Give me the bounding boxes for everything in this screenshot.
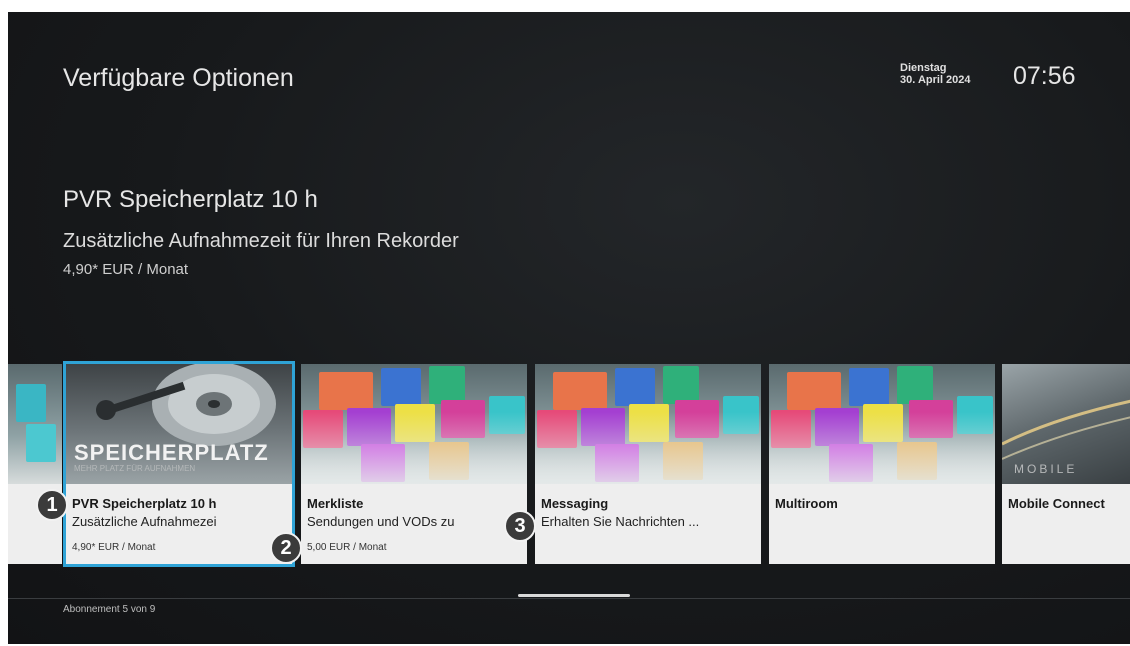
option-card-pvr[interactable]: SPEICHERPLATZ MEHR PLATZ FÜR AUFNAHMEN P… xyxy=(63,361,295,567)
date-display: Dienstag 30. April 2024 xyxy=(900,62,971,86)
card-image-blocks xyxy=(535,364,761,484)
card-image-subtext: MEHR PLATZ FÜR AUFNAHMEN xyxy=(74,464,196,473)
card-name: Messaging xyxy=(541,496,609,511)
card-image-text: MOBILE xyxy=(1014,462,1078,476)
card-name: Multiroom xyxy=(775,496,838,511)
badge-1: 1 xyxy=(36,489,68,521)
page-title: Verfügbare Optionen xyxy=(63,64,294,92)
card-subtitle: Erhalten Sie Nachrichten ... xyxy=(541,514,700,529)
card-image-blocks xyxy=(301,364,527,484)
card-name: PVR Speicherplatz 10 h xyxy=(72,496,217,511)
card-image-road: MOBILE xyxy=(1002,364,1130,484)
detail-title: PVR Speicherplatz 10 h xyxy=(63,186,318,213)
divider xyxy=(8,598,1130,599)
option-card-messaging[interactable]: Messaging Erhalten Sie Nachrichten ... xyxy=(535,364,761,564)
card-name: Mobile Connect xyxy=(1008,496,1105,511)
card-image xyxy=(8,364,62,484)
option-card-multiroom[interactable]: Multiroom xyxy=(769,364,995,564)
option-card-merkliste[interactable]: Merkliste Sendungen und VODs zu 5,00 EUR… xyxy=(301,364,527,564)
detail-price: 4,90* EUR / Monat xyxy=(63,261,189,278)
card-image-hdd: SPEICHERPLATZ MEHR PLATZ FÜR AUFNAHMEN xyxy=(66,364,292,484)
detail-description: Zusätzliche Aufnahmezeit für Ihren Rekor… xyxy=(63,230,459,252)
badge-2: 2 xyxy=(270,532,302,564)
card-name: Merkliste xyxy=(307,496,364,511)
date-label: 30. April 2024 xyxy=(900,74,971,86)
tv-screen: Verfügbare Optionen Dienstag 30. April 2… xyxy=(8,12,1130,644)
card-subtitle: Sendungen und VODs zu xyxy=(307,514,455,529)
option-card-partial[interactable] xyxy=(8,364,62,564)
scroll-indicator xyxy=(518,594,630,597)
card-image-text: SPEICHERPLATZ xyxy=(74,440,269,465)
clock: 07:56 xyxy=(1013,62,1076,90)
subscription-count: Abonnement 5 von 9 xyxy=(63,604,156,615)
badge-3: 3 xyxy=(504,510,536,542)
weekday-label: Dienstag xyxy=(900,62,947,74)
card-price: 5,00 EUR / Monat xyxy=(307,542,387,553)
card-subtitle: Zusätzliche Aufnahmezei xyxy=(72,514,217,529)
card-price: 4,90* EUR / Monat xyxy=(72,542,156,553)
card-image-blocks xyxy=(769,364,995,484)
option-card-mobile-connect[interactable]: MOBILE Mobile Connect xyxy=(1002,364,1130,564)
